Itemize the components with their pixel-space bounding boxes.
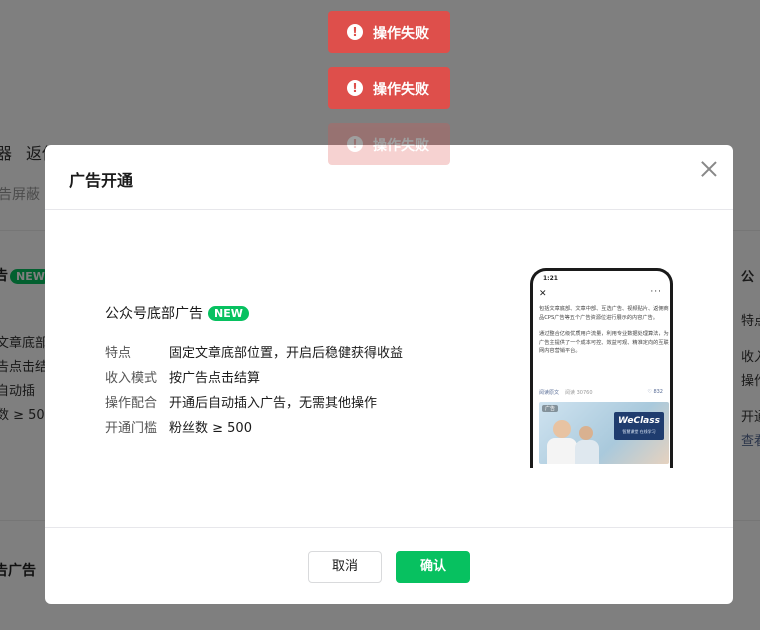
ad-specs: 特点 固定文章底部位置，开启后稳健获得收益 收入模式 按广告点击结算 操作配合 开通后…	[105, 341, 403, 441]
spec-label: 收入模式	[105, 371, 158, 386]
spec-row: 收入模式 按广告点击结算	[105, 366, 403, 391]
toast-message: 操作失败	[373, 26, 429, 42]
phone-likes: ♡ 832	[647, 389, 663, 395]
phone-paragraph: 通过整合亿级优质用户流量，利用专业数据处理算法，为广告主提供了一个成本可控、效益…	[539, 331, 669, 355]
phone-status-time: 1:21	[543, 275, 558, 282]
weclass-logo-text: WeClass	[618, 416, 660, 426]
new-badge: NEW	[208, 306, 249, 321]
error-toast: ! 操作失败	[328, 67, 450, 109]
spec-label: 操作配合	[105, 396, 158, 411]
spec-label: 开通门槛	[105, 421, 158, 436]
ad-type-label: 公众号底部广告	[105, 306, 203, 322]
kid-figure	[575, 440, 599, 464]
spec-value: 按广告点击结算	[169, 371, 261, 386]
weclass-logo-subtext: 智慧课堂 在线学习	[622, 429, 656, 434]
toast-message: 操作失败	[373, 82, 429, 98]
phone-preview: 1:21 ✕ ··· 包括文章底部、文章中部、互选广告、视频贴片、返佣商品CPS…	[530, 268, 673, 468]
error-toast: ! 操作失败	[328, 123, 450, 165]
toast-message: 操作失败	[373, 138, 429, 154]
alert-icon: !	[347, 136, 363, 152]
phone-ad-tag: 广告	[542, 405, 559, 412]
phone-read-original: 阅读原文	[539, 390, 560, 396]
kid-figure	[547, 438, 577, 464]
ad-activation-dialog: 广告开通 公众号底部广告 NEW 特点 固定文章底部位置，开启后稳健获得收益 收入模…	[45, 145, 733, 604]
spec-row: 开通门槛 粉丝数 ≥ 500	[105, 416, 403, 441]
close-icon[interactable]	[699, 159, 719, 179]
weclass-logo: WeClass 智慧课堂 在线学习	[614, 412, 664, 440]
phone-more-icon: ···	[650, 287, 662, 297]
spec-value: 粉丝数 ≥ 500	[169, 421, 252, 436]
spec-row: 操作配合 开通后自动插入广告，无需其他操作	[105, 391, 403, 416]
spec-row: 特点 固定文章底部位置，开启后稳健获得收益	[105, 341, 403, 366]
ad-type-name: 公众号底部广告 NEW	[105, 303, 249, 323]
cancel-button[interactable]: 取消	[308, 551, 382, 583]
phone-views: 阅读 30760	[565, 390, 593, 396]
phone-article-meta: 阅读原文 阅读 30760 ♡ 832	[539, 389, 669, 396]
error-toast: ! 操作失败	[328, 11, 450, 53]
spec-value: 开通后自动插入广告，无需其他操作	[169, 396, 378, 411]
phone-article-text: 包括文章底部、文章中部、互选广告、视频贴片、返佣商品CPS广告等五个广告资源位进…	[539, 305, 669, 356]
alert-icon: !	[347, 24, 363, 40]
kid-face	[553, 420, 571, 438]
dialog-footer: 取消 确认	[45, 527, 733, 604]
alert-icon: !	[347, 80, 363, 96]
phone-paragraph: 包括文章底部、文章中部、互选广告、视频贴片、返佣商品CPS广告等五个广告资源位进…	[539, 306, 669, 321]
dialog-title: 广告开通	[69, 171, 134, 190]
spec-label: 特点	[105, 346, 132, 361]
confirm-button[interactable]: 确认	[396, 551, 470, 583]
phone-close-icon: ✕	[539, 289, 547, 299]
spec-value: 固定文章底部位置，开启后稳健获得收益	[169, 346, 404, 361]
kid-face	[579, 426, 593, 440]
phone-ad-image: 广告 WeClass 智慧课堂 在线学习	[539, 402, 669, 464]
